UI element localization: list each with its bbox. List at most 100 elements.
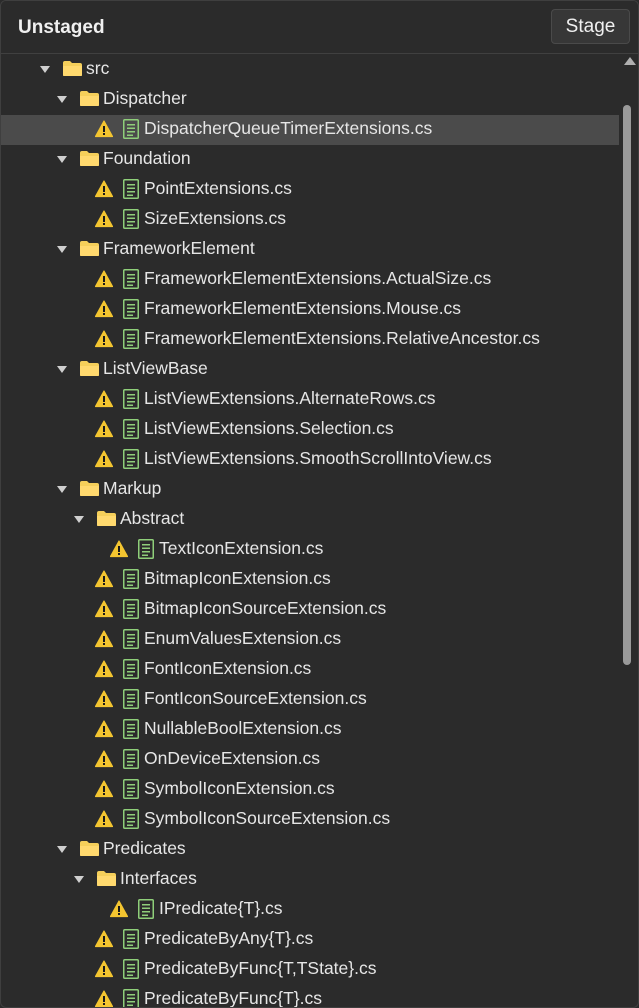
tree-file-row[interactable]: NullableBoolExtension.cs bbox=[1, 715, 619, 745]
file-icon bbox=[123, 959, 139, 979]
file-label: SizeExtensions.cs bbox=[144, 208, 287, 228]
chevron-down-icon[interactable] bbox=[40, 66, 50, 73]
warning-icon bbox=[94, 330, 114, 348]
file-label: PredicateByAny{T}.cs bbox=[144, 928, 314, 948]
warning-icon bbox=[94, 720, 114, 738]
chevron-down-icon[interactable] bbox=[57, 246, 67, 253]
file-icon bbox=[123, 329, 139, 349]
tree-file-row[interactable]: PointExtensions.cs bbox=[1, 175, 619, 205]
warning-icon bbox=[94, 810, 114, 828]
tree-file-row[interactable]: BitmapIconSourceExtension.cs bbox=[1, 595, 619, 625]
tree-folder-row[interactable]: Interfaces bbox=[1, 865, 619, 895]
tree-folder-row[interactable]: Foundation bbox=[1, 145, 619, 175]
tree-file-row[interactable]: TextIconExtension.cs bbox=[1, 535, 619, 565]
warning-icon bbox=[94, 600, 114, 618]
tree-folder-row[interactable]: Markup bbox=[1, 475, 619, 505]
tree-file-row[interactable]: SizeExtensions.cs bbox=[1, 205, 619, 235]
tree-folder-row[interactable]: ListViewBase bbox=[1, 355, 619, 385]
warning-icon bbox=[94, 300, 114, 318]
file-icon bbox=[123, 179, 139, 199]
folder-label: Foundation bbox=[103, 148, 191, 168]
warning-icon bbox=[94, 780, 114, 798]
warning-icon bbox=[94, 270, 114, 288]
warning-icon bbox=[94, 690, 114, 708]
chevron-down-icon[interactable] bbox=[57, 156, 67, 163]
file-icon bbox=[123, 419, 139, 439]
tree-file-row[interactable]: FrameworkElementExtensions.Mouse.cs bbox=[1, 295, 619, 325]
chevron-down-icon[interactable] bbox=[57, 96, 67, 103]
tree-folder-row[interactable]: Abstract bbox=[1, 505, 619, 535]
tree-file-row[interactable]: ListViewExtensions.AlternateRows.cs bbox=[1, 385, 619, 415]
scroll-up-arrow-icon[interactable] bbox=[624, 57, 636, 65]
folder-icon bbox=[79, 840, 100, 857]
file-label: EnumValuesExtension.cs bbox=[144, 628, 342, 648]
chevron-down-icon[interactable] bbox=[74, 516, 84, 523]
folder-label: FrameworkElement bbox=[103, 238, 255, 258]
tree-file-row[interactable]: ListViewExtensions.SmoothScrollIntoView.… bbox=[1, 445, 619, 475]
folder-icon bbox=[79, 240, 100, 257]
file-icon bbox=[123, 749, 139, 769]
tree-file-row[interactable]: FontIconSourceExtension.cs bbox=[1, 685, 619, 715]
file-label: FrameworkElementExtensions.Mouse.cs bbox=[144, 298, 462, 318]
tree-folder-row[interactable]: Predicates bbox=[1, 835, 619, 865]
file-label: PredicateByFunc{T,TState}.cs bbox=[144, 958, 377, 978]
tree-folder-row[interactable]: Dispatcher bbox=[1, 85, 619, 115]
tree-file-row[interactable]: IPredicate{T}.cs bbox=[1, 895, 619, 925]
unstaged-panel: Unstaged Stage src Dispatcher DispatcherQu… bbox=[0, 0, 639, 1008]
tree-file-row[interactable]: FrameworkElementExtensions.ActualSize.cs bbox=[1, 265, 619, 295]
tree-folder-row[interactable]: src bbox=[1, 55, 619, 85]
folder-label: ListViewBase bbox=[103, 358, 208, 378]
tree-file-row[interactable]: PredicateByAny{T}.cs bbox=[1, 925, 619, 955]
folder-icon bbox=[96, 510, 117, 527]
file-label: FontIconExtension.cs bbox=[144, 658, 312, 678]
folder-icon bbox=[79, 360, 100, 377]
file-icon bbox=[123, 659, 139, 679]
tree-file-row[interactable]: SymbolIconExtension.cs bbox=[1, 775, 619, 805]
file-icon bbox=[123, 119, 139, 139]
chevron-down-icon[interactable] bbox=[57, 486, 67, 493]
file-icon bbox=[123, 809, 139, 829]
tree-file-row[interactable]: EnumValuesExtension.cs bbox=[1, 625, 619, 655]
chevron-down-icon[interactable] bbox=[57, 366, 67, 373]
warning-icon bbox=[94, 450, 114, 468]
warning-icon bbox=[94, 960, 114, 978]
file-label: ListViewExtensions.Selection.cs bbox=[144, 418, 394, 438]
file-label: ListViewExtensions.AlternateRows.cs bbox=[144, 388, 436, 408]
tree-file-row[interactable]: DispatcherQueueTimerExtensions.cs bbox=[1, 115, 619, 145]
tree-file-row[interactable]: PredicateByFunc{T}.cs bbox=[1, 985, 619, 1007]
chevron-down-icon[interactable] bbox=[57, 846, 67, 853]
scrollbar-thumb[interactable] bbox=[623, 105, 631, 665]
folder-label: src bbox=[86, 58, 110, 78]
file-icon bbox=[123, 269, 139, 289]
file-label: PredicateByFunc{T}.cs bbox=[144, 988, 322, 1007]
file-label: IPredicate{T}.cs bbox=[159, 898, 283, 918]
file-label: BitmapIconExtension.cs bbox=[144, 568, 331, 588]
file-icon bbox=[123, 449, 139, 469]
file-label: ListViewExtensions.SmoothScrollIntoView.… bbox=[144, 448, 492, 468]
tree-file-row[interactable]: PredicateByFunc{T,TState}.cs bbox=[1, 955, 619, 985]
tree-file-row[interactable]: ListViewExtensions.Selection.cs bbox=[1, 415, 619, 445]
folder-label: Abstract bbox=[120, 508, 185, 528]
file-icon bbox=[123, 299, 139, 319]
tree-file-row[interactable]: FrameworkElementExtensions.RelativeAnces… bbox=[1, 325, 619, 355]
file-icon bbox=[123, 209, 139, 229]
file-label: DispatcherQueueTimerExtensions.cs bbox=[144, 118, 433, 138]
file-label: OnDeviceExtension.cs bbox=[144, 748, 321, 768]
warning-icon bbox=[94, 420, 114, 438]
folder-label: Predicates bbox=[103, 838, 186, 858]
tree-folder-row[interactable]: FrameworkElement bbox=[1, 235, 619, 265]
tree-file-row[interactable]: OnDeviceExtension.cs bbox=[1, 745, 619, 775]
warning-icon bbox=[94, 210, 114, 228]
vertical-scrollbar[interactable] bbox=[621, 55, 638, 1007]
file-tree: src Dispatcher DispatcherQueueTimerExtensi… bbox=[1, 55, 621, 1007]
tree-file-row[interactable]: BitmapIconExtension.cs bbox=[1, 565, 619, 595]
tree-file-row[interactable]: FontIconExtension.cs bbox=[1, 655, 619, 685]
file-label: SymbolIconSourceExtension.cs bbox=[144, 808, 391, 828]
warning-icon bbox=[109, 540, 129, 558]
stage-button[interactable]: Stage bbox=[551, 9, 630, 44]
tree-file-row[interactable]: SymbolIconSourceExtension.cs bbox=[1, 805, 619, 835]
chevron-down-icon[interactable] bbox=[74, 876, 84, 883]
file-icon bbox=[123, 689, 139, 709]
warning-icon bbox=[94, 990, 114, 1007]
file-icon bbox=[123, 599, 139, 619]
